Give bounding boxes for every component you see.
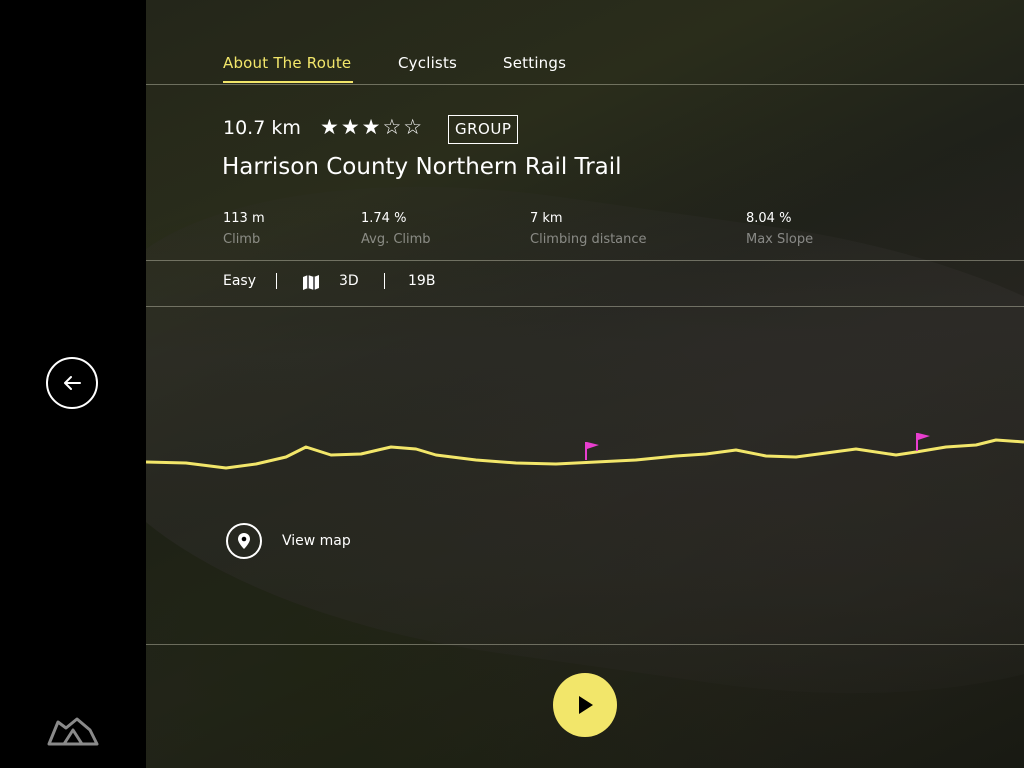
difficulty-label: Easy	[223, 273, 257, 289]
divider	[146, 644, 1024, 645]
route-detail-panel: About The Route Cyclists Settings 10.7 k…	[146, 0, 1024, 768]
stat-value: 7 km	[530, 211, 563, 226]
stat-label: Climb	[223, 232, 261, 247]
stat-label: Avg. Climb	[361, 232, 431, 247]
view-map-label: View map	[282, 533, 351, 549]
tab-about-the-route[interactable]: About The Route	[223, 54, 351, 72]
stat-max-slope: 8.04 % Max Slope	[746, 211, 813, 247]
app-logo-icon	[47, 717, 99, 746]
tab-settings[interactable]: Settings	[503, 54, 566, 72]
back-button[interactable]	[46, 357, 98, 409]
map-pin-badge	[226, 523, 262, 559]
view-map-button[interactable]: View map	[226, 523, 351, 559]
play-icon	[579, 696, 593, 714]
map-icon	[303, 275, 319, 290]
elevation-profile	[146, 433, 1024, 470]
arrow-left-icon	[64, 376, 81, 390]
location-pin-icon	[238, 533, 250, 549]
separator	[384, 273, 385, 289]
stat-value: 113 m	[223, 211, 265, 226]
ride-type-badge: GROUP	[448, 115, 519, 144]
stat-avg-climb: 1.74 % Avg. Climb	[361, 211, 431, 247]
stat-climb: 113 m Climb	[223, 211, 265, 247]
view-mode-label: 3D	[339, 273, 359, 289]
flag-icon	[585, 442, 599, 460]
tab-cyclists[interactable]: Cyclists	[398, 54, 457, 72]
sidebar	[0, 0, 146, 768]
separator	[276, 273, 277, 289]
rider-count: 19B	[408, 273, 436, 289]
stat-climbing-distance: 7 km Climbing distance	[530, 211, 647, 247]
stat-label: Max Slope	[746, 232, 814, 247]
play-button[interactable]	[553, 673, 617, 737]
flag-icon	[916, 433, 930, 451]
divider	[146, 306, 1024, 307]
difficulty-rating: ★★★☆☆	[320, 115, 425, 139]
route-distance: 10.7 km	[223, 117, 301, 139]
divider	[146, 260, 1024, 261]
stat-value: 8.04 %	[746, 211, 792, 226]
divider	[146, 84, 1024, 85]
route-title: Harrison County Northern Rail Trail	[222, 154, 622, 180]
stat-label: Climbing distance	[530, 232, 647, 247]
active-tab-indicator	[223, 81, 353, 83]
stat-value: 1.74 %	[361, 211, 407, 226]
